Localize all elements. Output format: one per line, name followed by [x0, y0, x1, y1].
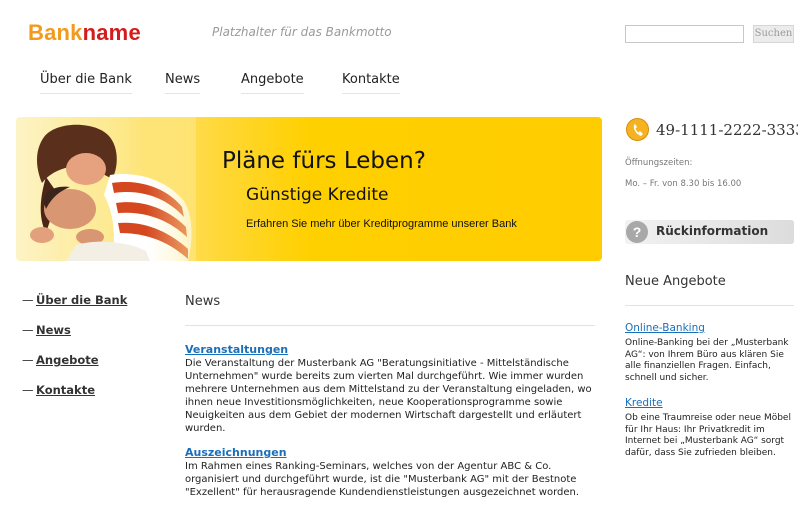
topnav-item-offers[interactable]: Angebote [241, 72, 304, 94]
search-input[interactable] [625, 25, 744, 43]
sidenav-label[interactable]: News [36, 323, 71, 337]
article-body: Die Veranstaltung der Musterbank AG "Ber… [185, 358, 592, 434]
bank-logo[interactable]: Bankname [28, 20, 141, 46]
dash-marker: — [22, 383, 34, 397]
new-offers-heading: Neue Angebote [625, 274, 726, 289]
offer-title-kredite[interactable]: Kredite [625, 397, 797, 409]
offer-item: Kredite Ob eine Traumreise oder neue Möb… [625, 397, 797, 459]
dash-marker: — [22, 323, 34, 337]
sidenav-item-news[interactable]: — News [22, 323, 71, 337]
offer-text: Online-Banking bei der „Musterbank AG“: … [625, 338, 789, 383]
divider [185, 325, 595, 326]
sidenav-item-about[interactable]: — Über die Bank [22, 293, 127, 307]
opening-hours-label: Öffnungszeiten: [625, 158, 693, 168]
sidenav-label[interactable]: Kontakte [36, 383, 95, 397]
offer-item: Online-Banking Online-Banking bei der „M… [625, 322, 797, 384]
phone-icon [626, 118, 649, 141]
dash-marker: — [22, 353, 34, 367]
question-icon: ? [626, 221, 648, 243]
logo-part-name: name [82, 20, 141, 45]
banner-link[interactable]: Erfahren Sie mehr über Kreditprogramme u… [246, 218, 517, 230]
article-title-awards[interactable]: Auszeichnungen [185, 446, 595, 459]
sidenav-item-offers[interactable]: — Angebote [22, 353, 99, 367]
dash-marker: — [22, 293, 34, 307]
phone-handset-icon [633, 124, 643, 136]
divider [625, 305, 794, 306]
news-heading: News [185, 294, 221, 309]
bank-motto: Platzhalter für das Bankmotto [212, 25, 392, 39]
feedback-button[interactable]: ? Rückinformation [625, 220, 794, 244]
search-button[interactable]: Suchen [753, 25, 794, 43]
article-title-events[interactable]: Veranstaltungen [185, 343, 595, 356]
news-article: Auszeichnungen Im Rahmen eines Ranking-S… [185, 446, 595, 499]
banner-subtitle: Günstige Kredite [246, 185, 389, 205]
feedback-label: Rückinformation [656, 224, 769, 238]
couple-photo [30, 117, 196, 261]
topnav-item-about[interactable]: Über die Bank [40, 72, 132, 94]
offer-title-online-banking[interactable]: Online-Banking [625, 322, 797, 334]
topnav-item-contacts[interactable]: Kontakte [342, 72, 400, 94]
phone-number: 49-1111-2222-3333 [656, 121, 798, 139]
sidenav-label[interactable]: Über die Bank [36, 293, 127, 307]
opening-hours-value: Mo. – Fr. von 8.30 bis 16.00 [625, 179, 742, 189]
topnav-item-news[interactable]: News [165, 72, 201, 94]
top-navigation: Über die Bank News Angebote Kontakte [0, 72, 420, 98]
logo-part-bank: Bank [28, 20, 83, 45]
banner-title: Pläne fürs Leben? [222, 148, 426, 174]
sidenav-label[interactable]: Angebote [36, 353, 99, 367]
sidenav-item-contacts[interactable]: — Kontakte [22, 383, 95, 397]
promo-banner[interactable]: Pläne fürs Leben? Günstige Kredite Erfah… [16, 117, 602, 261]
news-article: Veranstaltungen Die Veranstaltung der Mu… [185, 343, 595, 435]
article-body: Im Rahmen eines Ranking-Seminars, welche… [185, 461, 580, 498]
offer-text: Ob eine Traumreise oder neue Möbel für I… [625, 413, 791, 458]
